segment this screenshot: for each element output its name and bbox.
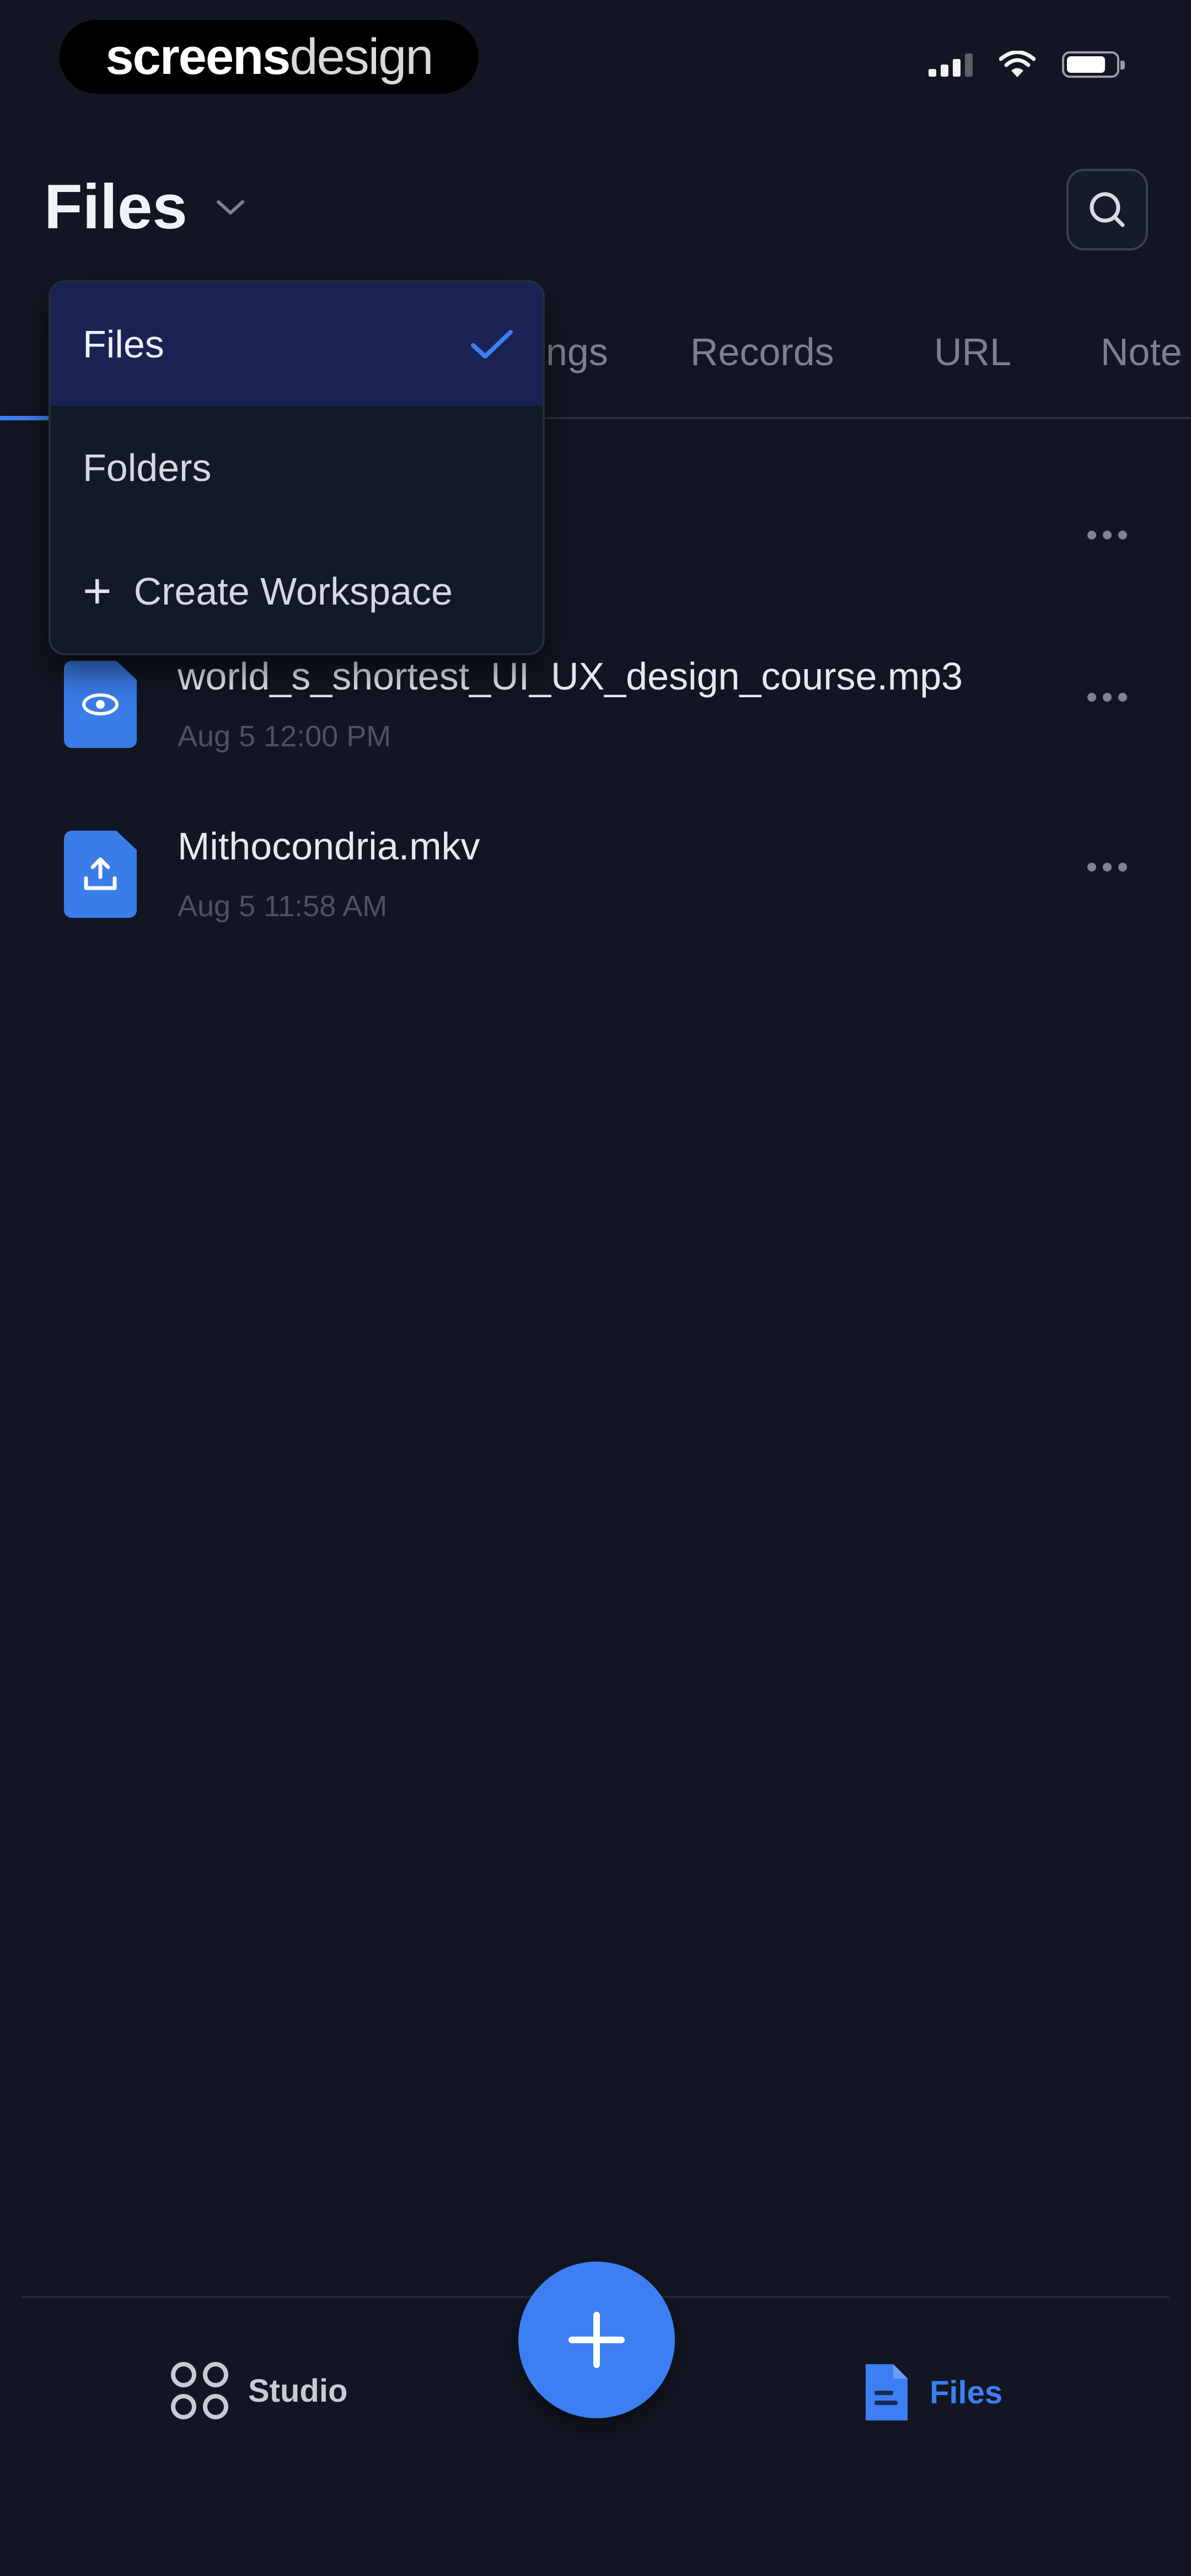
nav-studio-label: Studio (248, 2372, 348, 2409)
more-options-button[interactable] (1087, 531, 1127, 539)
plus-icon: + (83, 564, 112, 619)
nav-studio[interactable]: Studio (171, 2362, 347, 2419)
dropdown-item-label: Files (83, 323, 164, 366)
plus-icon (568, 2312, 625, 2368)
wifi-icon (999, 51, 1036, 77)
audio-file-icon (64, 661, 137, 748)
studio-icon (171, 2362, 228, 2419)
file-name: Mithocondria.mkv (178, 825, 480, 868)
file-date: Aug 5 11:58 AM (178, 890, 388, 923)
add-button[interactable] (518, 2262, 675, 2418)
tab-url[interactable]: URL (934, 330, 1011, 374)
page-title: Files (44, 172, 187, 242)
workspace-selector[interactable]: Files (44, 171, 246, 243)
files-screen: screens design Files ngs Records URL Note (0, 0, 1191, 2576)
tab-recordings[interactable]: ngs (546, 330, 608, 374)
cellular-signal-icon (929, 52, 973, 77)
dropdown-item-label: Folders (83, 446, 212, 489)
video-file-icon (64, 831, 137, 918)
status-icons (929, 51, 1125, 78)
dropdown-item-files[interactable]: Files (51, 282, 543, 406)
workspace-dropdown: Files Folders + Create Workspace (49, 280, 545, 655)
file-name: world_s_shortest_UI_UX_design_course.mp3 (178, 655, 963, 698)
screensdesign-watermark: screens design (60, 20, 479, 94)
watermark-bold-text: screens (105, 28, 291, 85)
list-item[interactable]: Mithocondria.mkv Aug 5 11:58 AM (0, 825, 1191, 996)
search-icon (1090, 192, 1125, 227)
dropdown-item-label: Create Workspace (133, 570, 453, 613)
file-icon (866, 2364, 908, 2420)
watermark-light-text: design (289, 28, 433, 85)
checkmark-icon (471, 330, 513, 359)
search-button[interactable] (1066, 169, 1148, 250)
chevron-down-icon (216, 200, 244, 215)
battery-icon (1062, 51, 1125, 78)
file-date: Aug 5 12:00 PM (178, 720, 391, 753)
more-options-button[interactable] (1087, 693, 1127, 702)
more-options-button[interactable] (1087, 863, 1127, 872)
tab-notes[interactable]: Note (1101, 330, 1182, 374)
create-workspace-button[interactable]: + Create Workspace (51, 530, 543, 653)
nav-files-label: Files (930, 2374, 1003, 2411)
tab-records[interactable]: Records (690, 330, 834, 374)
list-item[interactable]: world_s_shortest_UI_UX_design_course.mp3… (0, 655, 1191, 826)
dropdown-item-folders[interactable]: Folders (51, 406, 543, 530)
nav-files[interactable]: Files (861, 2362, 1002, 2423)
